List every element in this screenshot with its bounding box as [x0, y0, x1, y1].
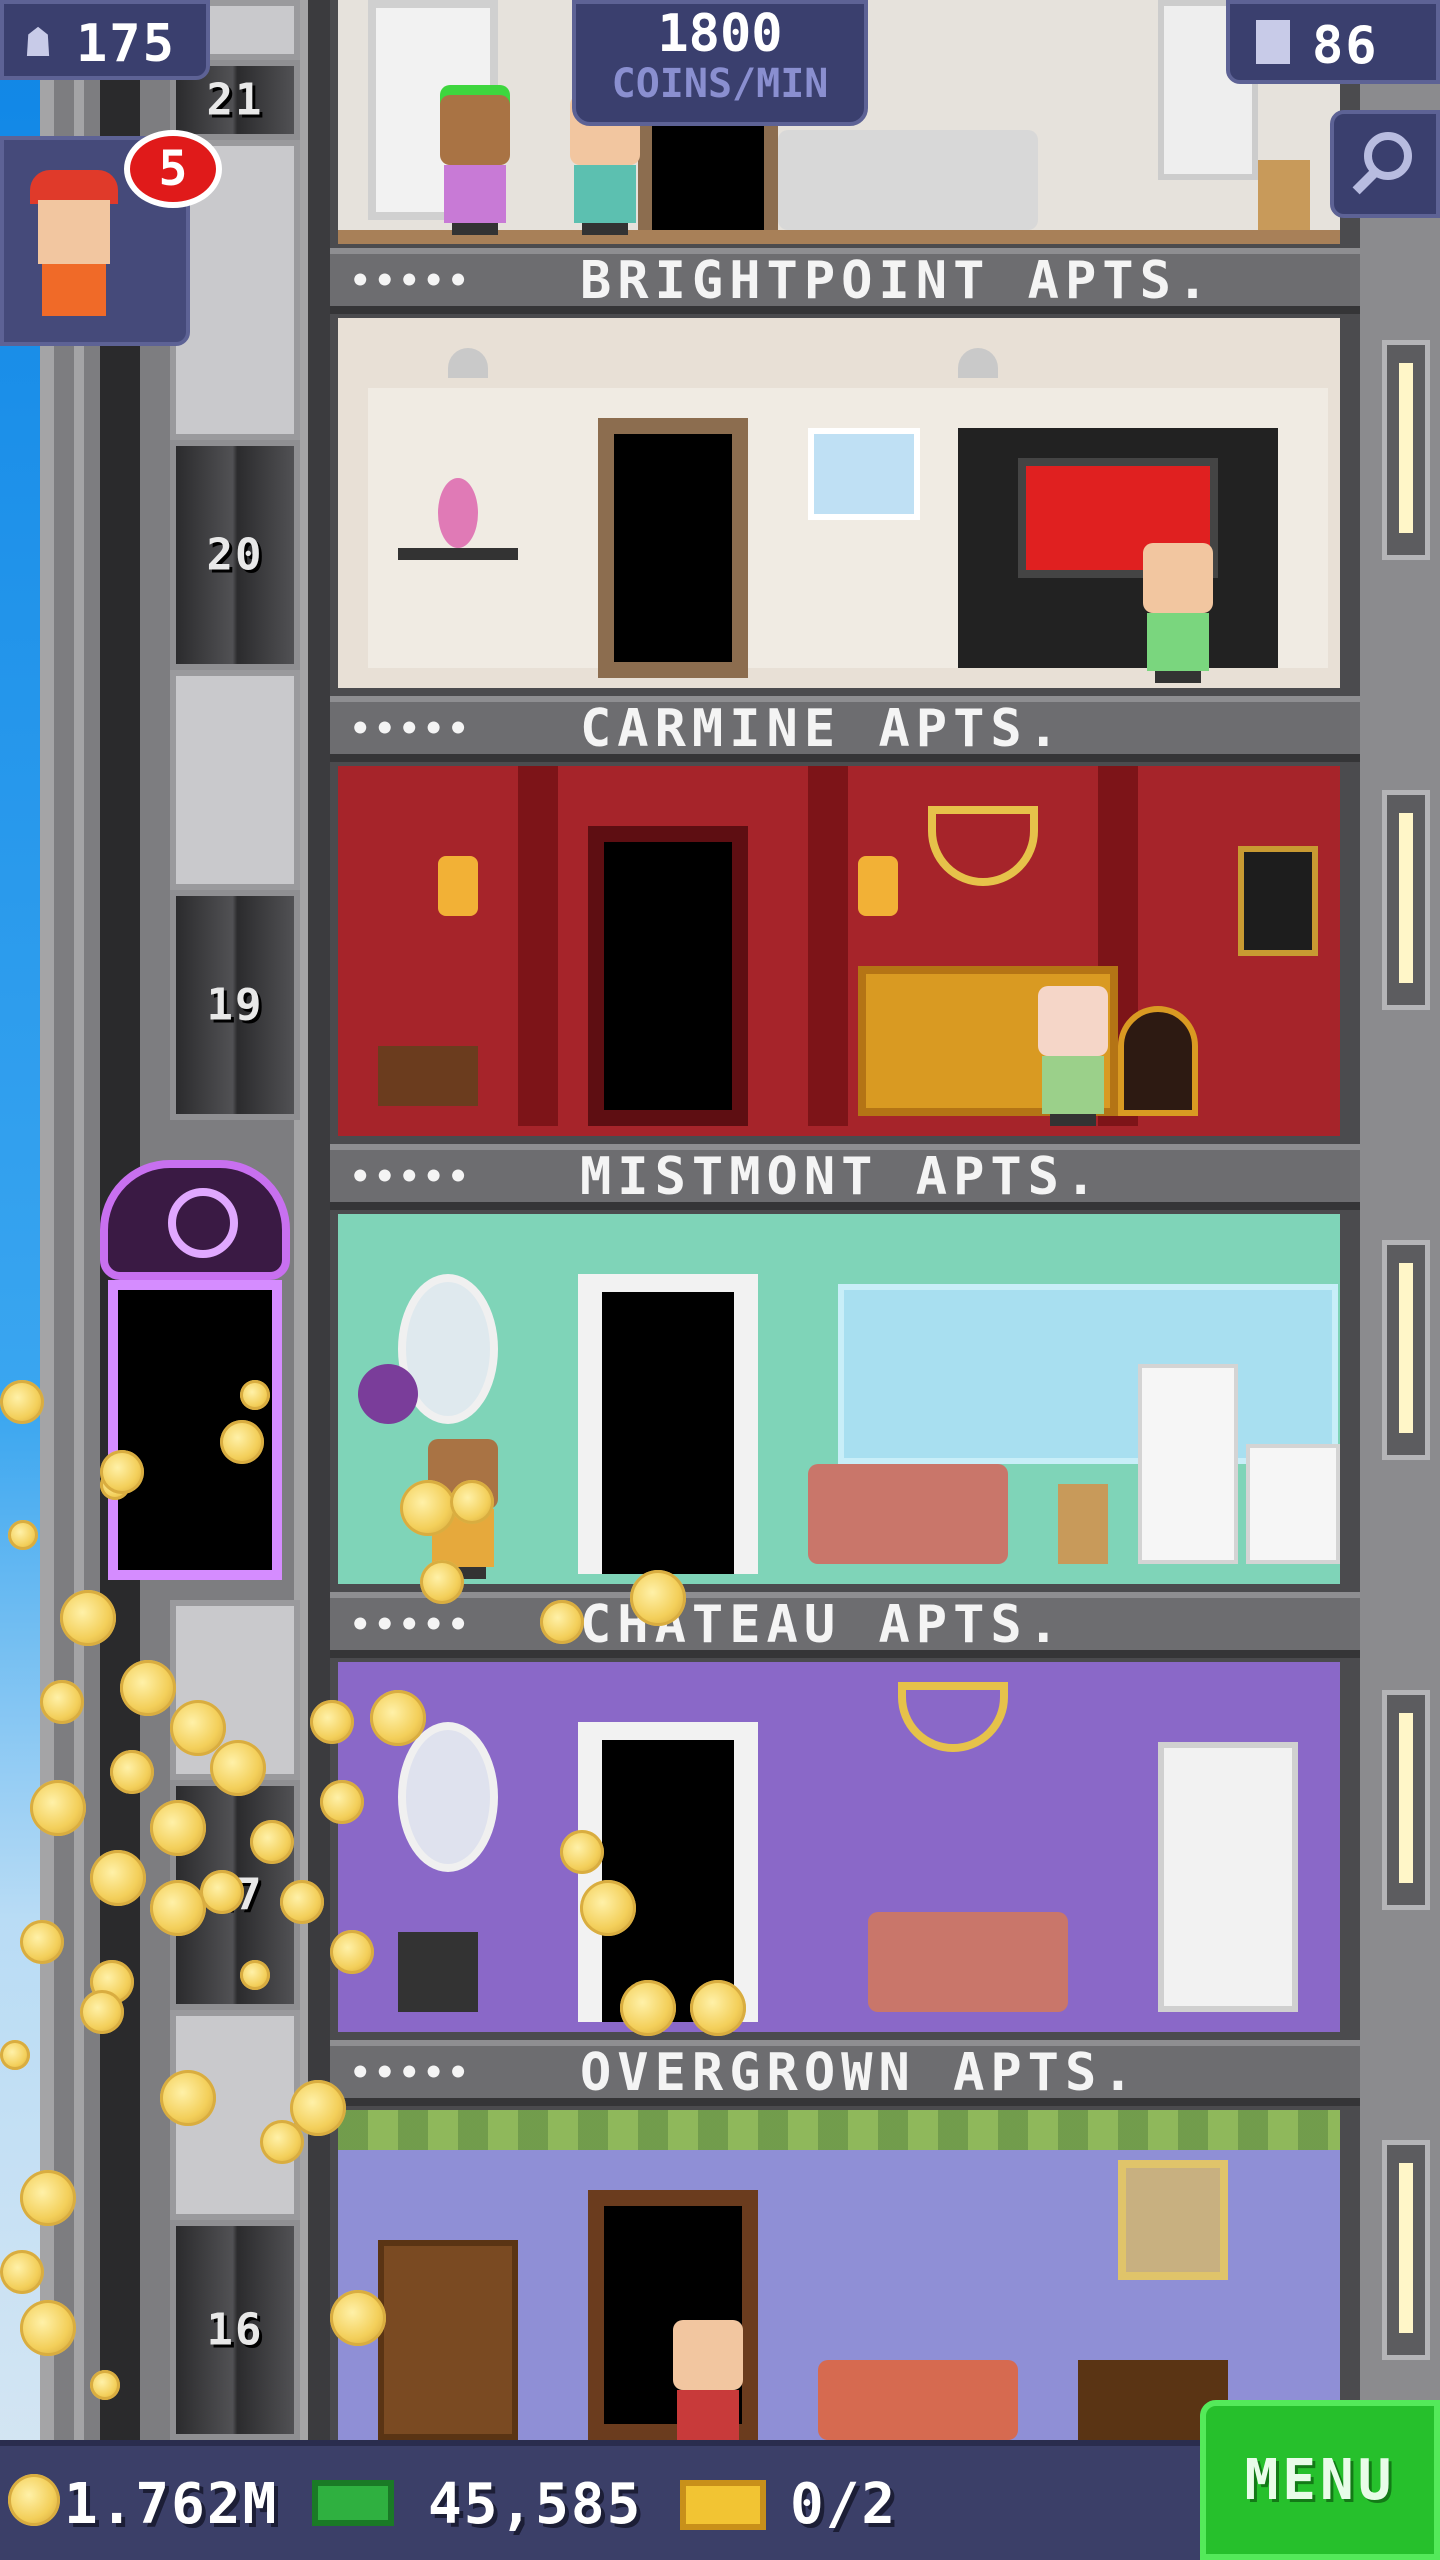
avatar [24, 170, 124, 320]
oval-mirror [398, 1722, 498, 1872]
room-overgrown[interactable] [338, 2110, 1340, 2440]
nightstand [378, 1046, 478, 1106]
room-brightpoint[interactable] [338, 318, 1340, 688]
floor-name-label: MISTMONT APTS. [580, 1147, 1103, 1207]
refrigerator [1138, 1364, 1238, 1564]
resident-person[interactable] [1028, 986, 1118, 1126]
search-button[interactable] [1330, 110, 1440, 218]
flower-vase [438, 478, 478, 548]
floor-name-label: OVERGROWN APTS. [580, 2043, 1140, 2103]
coin-rate-unit: COINS/MIN [611, 61, 829, 107]
room-chateau[interactable] [338, 1662, 1340, 2032]
cabinet [1158, 1742, 1298, 2012]
room-carmine[interactable] [338, 766, 1340, 1136]
notification-badge: 5 [124, 130, 222, 208]
bookshelf [378, 2240, 518, 2440]
sofa [808, 1464, 1008, 1564]
coins-value: 1.762M [64, 2472, 279, 2537]
side-table-telephone [398, 1932, 478, 2012]
notification-count: 5 [158, 141, 188, 197]
stove [1246, 1444, 1340, 1564]
ceiling-lamp [448, 348, 488, 378]
wall-sconce [438, 856, 478, 916]
resident-indicators: ••••• [350, 1157, 473, 1197]
coin-icon [8, 2474, 60, 2526]
person-icon: ☗ [26, 20, 51, 66]
chair [1118, 1006, 1198, 1116]
apartment-door [588, 826, 748, 1126]
apartment-door [638, 120, 778, 240]
floor-sign[interactable]: ••••• MISTMONT APTS. [330, 1144, 1360, 1210]
framed-painting [1238, 846, 1318, 956]
floor-sign[interactable]: ••••• OVERGROWN APTS. [330, 2040, 1360, 2106]
sofa [868, 1912, 1068, 2012]
ceiling-lamp [958, 348, 998, 378]
resident-person[interactable] [430, 95, 520, 235]
population-value: 175 [76, 14, 176, 74]
menu-button[interactable]: MENU [1200, 2400, 1440, 2560]
floor-number-label: 16 [206, 2304, 264, 2356]
chandelier [928, 806, 1038, 886]
floor-sign[interactable]: ••••• CARMINE APTS. [330, 696, 1360, 762]
apartment-door [578, 1722, 758, 2022]
resident-indicators: ••••• [350, 2053, 473, 2093]
menu-label: MENU [1244, 2448, 1396, 2513]
cash-icon[interactable] [312, 2480, 394, 2526]
floor-count-value: 86 [1312, 16, 1379, 76]
plant-pot [1258, 160, 1310, 230]
resident-indicators: ••••• [350, 1605, 473, 1645]
room-mistmont[interactable] [338, 1214, 1340, 1584]
apartment-door [598, 418, 748, 678]
plant-pot [1058, 1484, 1108, 1564]
building-icon [1256, 20, 1290, 64]
floor-name-label: CARMINE APTS. [580, 699, 1065, 759]
tickets-value: 0/2 [790, 2472, 898, 2537]
bow-icon [100, 1160, 290, 1280]
coin-rate-value: 1800 [657, 4, 783, 64]
resident-person[interactable] [663, 2320, 753, 2440]
resident-indicators: ••••• [350, 709, 473, 749]
floor-name-label: BRIGHTPOINT APTS. [580, 251, 1215, 311]
wall-painting [808, 428, 920, 520]
elevator-floor-16[interactable]: 16 [170, 2220, 300, 2440]
apartment-door [578, 1274, 758, 1574]
sofa [778, 130, 1038, 230]
hanging-plant [358, 1364, 418, 1424]
bux-value: 45,585 [428, 2472, 643, 2537]
pillar [518, 766, 558, 1126]
floor-number-label: 21 [206, 74, 264, 126]
elevator-floor-19[interactable]: 19 [170, 890, 300, 1120]
floor-number-label: 19 [206, 979, 264, 1031]
bitizen-avatar-button[interactable]: 5 [0, 130, 222, 346]
elevator-car[interactable] [100, 1160, 290, 1590]
resident-indicators: ••••• [350, 261, 473, 301]
ticket-icon[interactable] [680, 2480, 766, 2530]
tower-edge [1360, 0, 1440, 2440]
table [398, 548, 518, 560]
floor-count-display[interactable]: 86 [1226, 0, 1440, 84]
sofa [818, 2360, 1018, 2440]
coin-rate-display: 1800 COINS/MIN [572, 0, 868, 126]
population-counter[interactable]: ☗ 175 [0, 0, 210, 80]
elevator-floor-20[interactable]: 20 [170, 440, 300, 670]
resident-person[interactable] [1133, 543, 1223, 683]
chandelier [898, 1682, 1008, 1752]
floor-number-label: 20 [206, 529, 264, 581]
tower: ••••• BRIGHTPOINT APTS. ••••• CARMINE AP… [330, 0, 1360, 2440]
window [838, 1284, 1338, 1464]
pillar [808, 766, 848, 1126]
wall-sconce [858, 856, 898, 916]
floor-sign[interactable]: ••••• BRIGHTPOINT APTS. [330, 248, 1360, 314]
vines [338, 2110, 1340, 2150]
framed-painting [1118, 2160, 1228, 2280]
floor-sign[interactable]: ••••• CHATEAU APTS. [330, 1592, 1360, 1658]
